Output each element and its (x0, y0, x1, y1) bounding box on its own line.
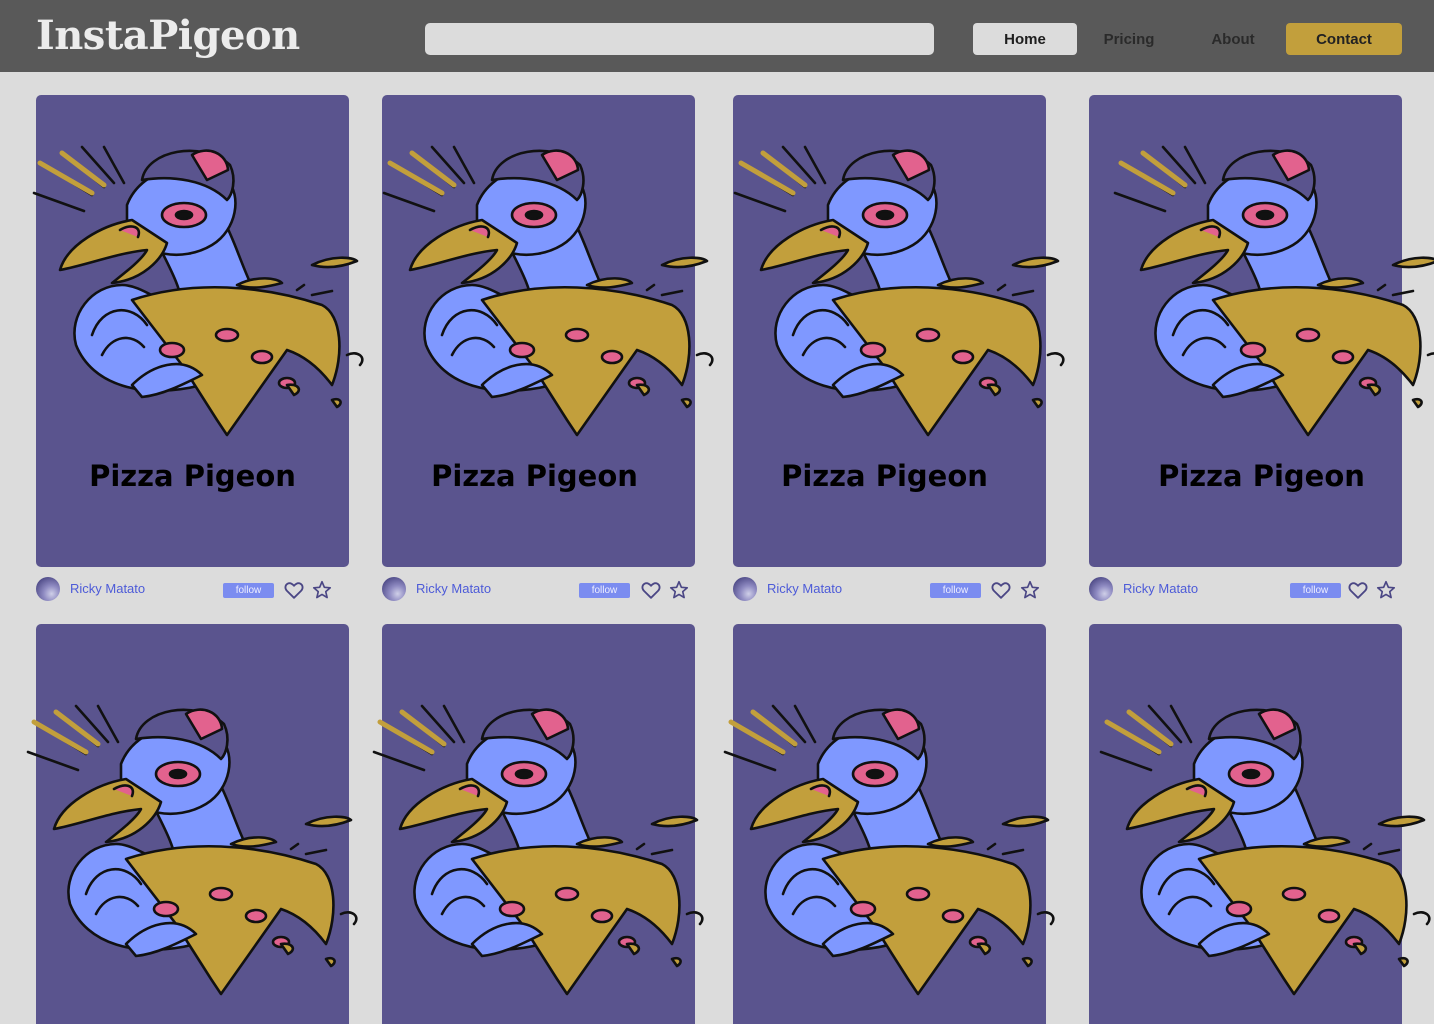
post-card[interactable]: Pizza Pigeon (1089, 95, 1402, 567)
nav-home-button[interactable]: Home (973, 23, 1077, 55)
pizza-pigeon-illustration (382, 135, 722, 447)
card-meta-row: Ricky Matato follow (733, 575, 1046, 603)
card-meta-row: Ricky Matato follow (1089, 575, 1402, 603)
star-icon[interactable] (1375, 579, 1397, 601)
pizza-pigeon-illustration (1099, 694, 1434, 1006)
pizza-pigeon-illustration (723, 694, 1063, 1006)
post-card[interactable] (733, 624, 1046, 1024)
pizza-pigeon-illustration (1113, 135, 1434, 447)
post-card[interactable] (36, 624, 349, 1024)
author-name[interactable]: Ricky Matato (1123, 581, 1198, 596)
pizza-pigeon-illustration (733, 135, 1073, 447)
card-title: Pizza Pigeon (431, 459, 638, 493)
heart-icon[interactable] (990, 579, 1012, 601)
follow-button[interactable]: follow (930, 583, 981, 598)
avatar[interactable] (382, 577, 406, 601)
author-name[interactable]: Ricky Matato (767, 581, 842, 596)
avatar[interactable] (36, 577, 60, 601)
pizza-pigeon-illustration (26, 694, 366, 1006)
card-meta-row: Ricky Matato follow (382, 575, 695, 603)
follow-button[interactable]: follow (223, 583, 274, 598)
post-card[interactable] (1089, 624, 1402, 1024)
top-navigation-bar: InstaPigeon Home Pricing About Contact (0, 0, 1434, 72)
card-title: Pizza Pigeon (781, 459, 988, 493)
card-title: Pizza Pigeon (1158, 459, 1365, 493)
nav-about-button[interactable]: About (1181, 23, 1285, 55)
post-card[interactable]: Pizza Pigeon (36, 95, 349, 567)
heart-icon[interactable] (283, 579, 305, 601)
follow-button[interactable]: follow (579, 583, 630, 598)
author-name[interactable]: Ricky Matato (70, 581, 145, 596)
star-icon[interactable] (311, 579, 333, 601)
author-name[interactable]: Ricky Matato (416, 581, 491, 596)
nav-pricing-button[interactable]: Pricing (1077, 23, 1181, 55)
heart-icon[interactable] (1347, 579, 1369, 601)
star-icon[interactable] (668, 579, 690, 601)
post-card[interactable] (382, 624, 695, 1024)
post-card[interactable]: Pizza Pigeon (382, 95, 695, 567)
star-icon[interactable] (1019, 579, 1041, 601)
avatar[interactable] (733, 577, 757, 601)
card-meta-row: Ricky Matato follow (36, 575, 349, 603)
follow-button[interactable]: follow (1290, 583, 1341, 598)
card-title: Pizza Pigeon (89, 459, 296, 493)
app-logo[interactable]: InstaPigeon (36, 12, 300, 59)
avatar[interactable] (1089, 577, 1113, 601)
nav-contact-button[interactable]: Contact (1286, 23, 1402, 55)
heart-icon[interactable] (640, 579, 662, 601)
search-input[interactable] (425, 23, 934, 55)
pizza-pigeon-illustration (32, 135, 372, 447)
pizza-pigeon-illustration (372, 694, 712, 1006)
post-card[interactable]: Pizza Pigeon (733, 95, 1046, 567)
